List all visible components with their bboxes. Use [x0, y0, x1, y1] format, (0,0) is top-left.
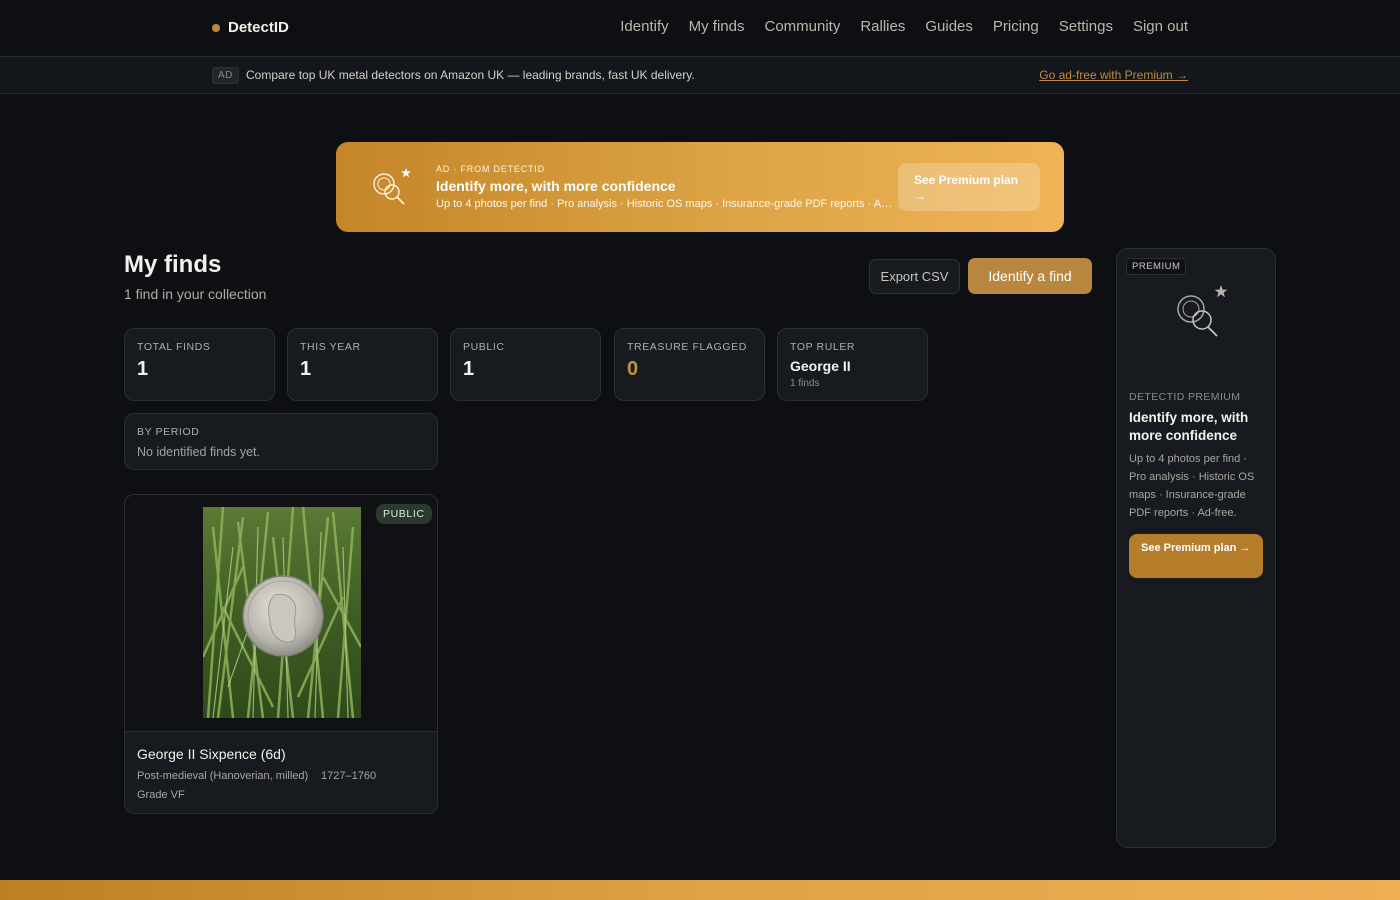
premium-sidebar: PREMIUM DETECTID PREMIUM Identify more, … — [1116, 248, 1276, 848]
find-years: 1727–1760 — [321, 770, 377, 782]
stat-count: 1 finds — [790, 378, 820, 389]
nav-links: Identify My finds Community Rallies Guid… — [620, 18, 1188, 35]
brand-name: DetectID — [228, 19, 289, 36]
sidebar-kicker: DETECTID PREMIUM — [1129, 391, 1241, 403]
stat-label: THIS YEAR — [300, 341, 361, 353]
find-period: Post-medieval (Hanoverian, milled) — [137, 770, 309, 782]
stat-card-public: PUBLIC 1 — [450, 328, 601, 401]
stat-value: George II — [790, 358, 851, 374]
page-subtitle: 1 find in your collection — [124, 286, 267, 302]
stat-card-top-ruler: TOP RULER George II 1 finds — [777, 328, 928, 401]
sidebar-description: Up to 4 photos per find · Pro analysis ·… — [1129, 453, 1255, 519]
stat-card-treasure-flagged: TREASURE FLAGGED 0 — [614, 328, 765, 401]
nav-link-settings[interactable]: Settings — [1059, 18, 1113, 35]
ad-free-link[interactable]: Go ad-free with Premium → — [1039, 68, 1188, 82]
stat-label: TREASURE FLAGGED — [627, 341, 747, 353]
premium-tag: PREMIUM — [1126, 258, 1187, 275]
find-grade: Grade VF — [137, 789, 185, 801]
nav-link-my-finds[interactable]: My finds — [689, 18, 745, 35]
stat-label: PUBLIC — [463, 341, 505, 353]
promo-kicker: AD · FROM DETECTID — [436, 164, 545, 174]
export-csv-button[interactable]: Export CSV — [869, 259, 960, 294]
bottom-promo-bar[interactable] — [0, 880, 1400, 900]
premium-promo-banner[interactable]: AD · FROM DETECTID Identify more, with m… — [336, 142, 1064, 232]
find-card[interactable]: PUBLIC George II Sixpence (6d) Post-medi… — [124, 494, 438, 814]
ad-strip: AD Compare top UK metal detectors on Ama… — [0, 57, 1400, 94]
stat-value: 1 — [300, 358, 312, 380]
find-name[interactable]: George II Sixpence (6d) — [137, 746, 286, 762]
by-period-card: BY PERIOD No identified finds yet. — [124, 413, 438, 470]
brand-dot-icon — [212, 23, 220, 32]
magnifier-star-icon — [373, 168, 411, 205]
stat-value: 1 — [463, 358, 475, 380]
stat-label: TOTAL FINDS — [137, 341, 211, 353]
promo-see-premium-button[interactable]: See Premium plan → — [898, 163, 1040, 211]
ad-tag: AD — [212, 67, 239, 84]
nav-link-sign-out[interactable]: Sign out — [1133, 18, 1188, 35]
stat-card-this-year: THIS YEAR 1 — [287, 328, 438, 401]
stat-value: 0 — [627, 358, 639, 380]
find-photo[interactable] — [203, 507, 361, 718]
sidebar-see-premium-button[interactable]: See Premium plan → — [1129, 534, 1263, 578]
brand-logo[interactable]: DetectID — [212, 19, 289, 36]
sidebar-title: Identify more, with more confidence — [1129, 410, 1249, 443]
promo-subtext: Up to 4 photos per find · Pro analysis ·… — [436, 198, 894, 210]
page-title: My finds — [124, 251, 222, 278]
nav-link-community[interactable]: Community — [764, 18, 840, 35]
nav-link-guides[interactable]: Guides — [925, 18, 973, 35]
promo-headline: Identify more, with more confidence — [436, 178, 676, 194]
public-badge: PUBLIC — [376, 504, 432, 524]
nav-link-rallies[interactable]: Rallies — [860, 18, 905, 35]
find-card-info: George II Sixpence (6d) Post-medieval (H… — [125, 731, 437, 813]
coin-photo — [203, 507, 361, 718]
nav-link-pricing[interactable]: Pricing — [993, 18, 1039, 35]
stat-label: TOP RULER — [790, 341, 856, 353]
ad-text[interactable]: Compare top UK metal detectors on Amazon… — [246, 68, 695, 82]
magnifier-star-icon — [1177, 285, 1228, 337]
top-nav: DetectID Identify My finds Community Ral… — [0, 0, 1400, 57]
stat-value: 1 — [137, 358, 149, 380]
identify-find-button[interactable]: Identify a find — [968, 258, 1092, 294]
stat-card-total-finds: TOTAL FINDS 1 — [124, 328, 275, 401]
nav-link-identify[interactable]: Identify — [620, 18, 668, 35]
by-period-text: No identified finds yet. — [137, 445, 260, 459]
by-period-label: BY PERIOD — [137, 426, 200, 438]
